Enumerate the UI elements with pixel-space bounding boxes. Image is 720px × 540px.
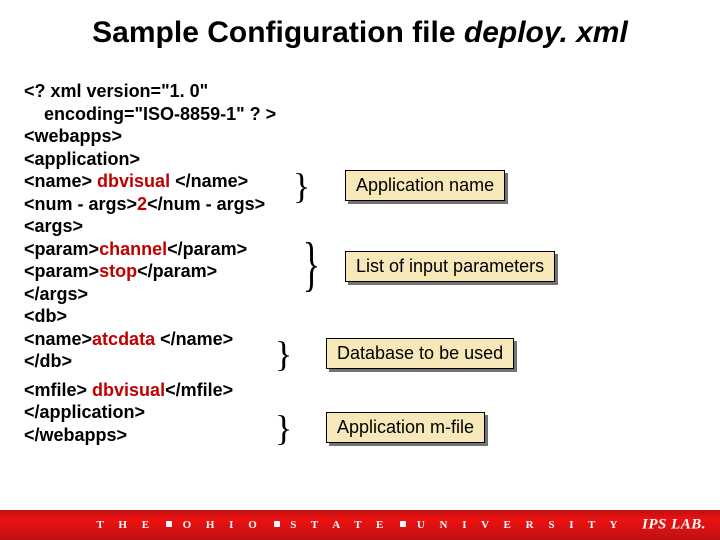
footer: T H E O H I O S T A T E U N I V E R S I …	[0, 510, 720, 540]
callout-app-name: Application name	[345, 170, 505, 201]
code-line: <? xml version="1. 0"	[24, 80, 324, 103]
separator-icon	[400, 521, 406, 527]
app-name-value: dbvisual	[97, 171, 170, 191]
code-line: <name> dbvisual </name>	[24, 170, 324, 193]
brace-icon: }	[293, 168, 310, 204]
footer-lab: IPS LAB.	[642, 517, 706, 534]
code-line: </args>	[24, 283, 324, 306]
separator-icon	[166, 521, 172, 527]
brace-icon: }	[303, 234, 320, 294]
param-value: stop	[99, 261, 137, 281]
param-value: channel	[99, 239, 167, 259]
slide: Sample Configuration file deploy. xml <?…	[0, 0, 720, 540]
footer-university: T H E O H I O S T A T E U N I V E R S I …	[0, 519, 720, 531]
code-line: <param>channel</param>	[24, 238, 324, 261]
db-name-value: atcdata	[92, 329, 155, 349]
num-args-value: 2	[137, 194, 147, 214]
code-line: <db>	[24, 305, 324, 328]
mfile-value: dbvisual	[92, 380, 165, 400]
code-line: <mfile> dbvisual</mfile>	[24, 379, 324, 402]
code-line: <webapps>	[24, 125, 324, 148]
code-line: <args>	[24, 215, 324, 238]
xml-code-block: <? xml version="1. 0" encoding="ISO-8859…	[24, 80, 324, 446]
title-prefix: Sample Configuration file	[92, 16, 464, 49]
code-line: <param>stop</param>	[24, 260, 324, 283]
brace-icon: }	[275, 336, 292, 372]
code-line: <application>	[24, 148, 324, 171]
callout-mfile: Application m-file	[326, 412, 485, 443]
brace-icon: }	[275, 410, 292, 446]
callout-input-params: List of input parameters	[345, 251, 555, 282]
slide-title: Sample Configuration file deploy. xml	[0, 16, 720, 50]
code-line: encoding="ISO-8859-1" ? >	[24, 103, 324, 126]
callout-database: Database to be used	[326, 338, 514, 369]
title-filename: deploy. xml	[464, 16, 628, 49]
code-line: <num - args>2</num - args>	[24, 193, 324, 216]
separator-icon	[274, 521, 280, 527]
